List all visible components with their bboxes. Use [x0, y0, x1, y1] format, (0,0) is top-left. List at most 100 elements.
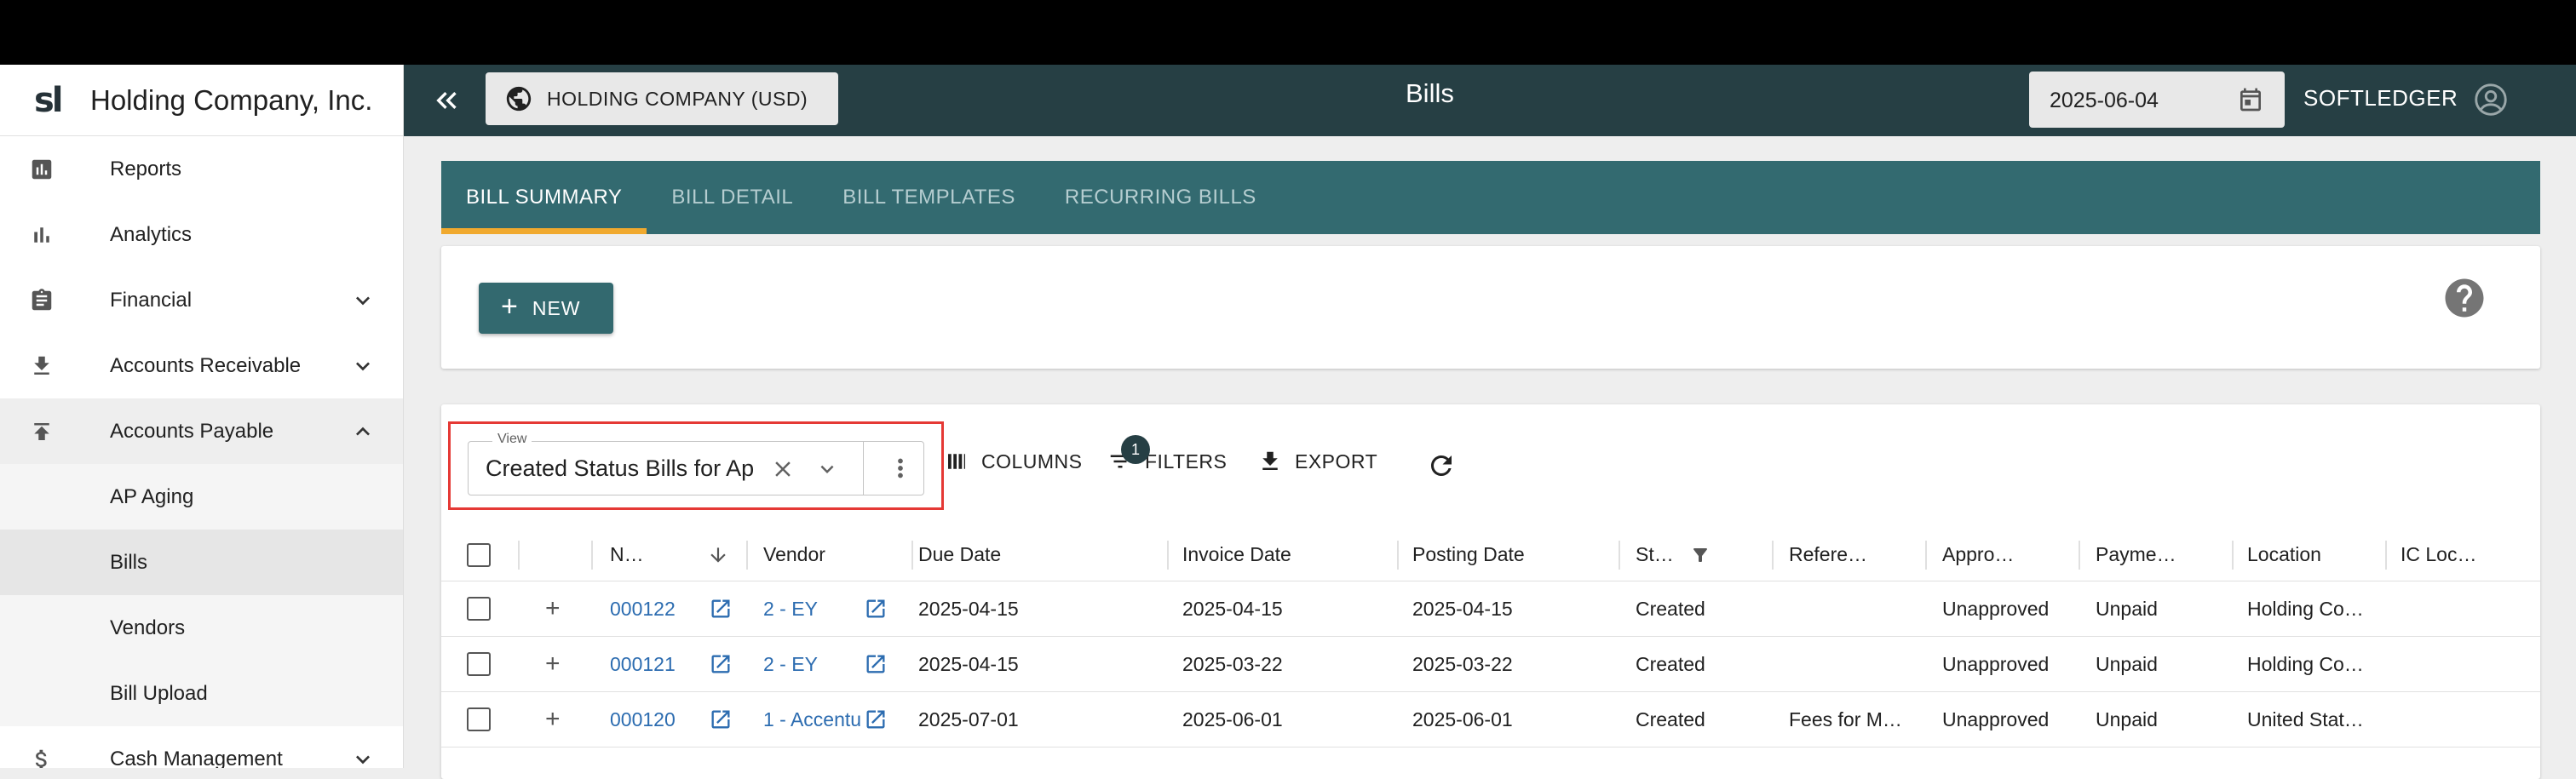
open-external-icon[interactable] [864, 637, 888, 691]
sort-descending-icon[interactable] [707, 529, 729, 581]
date-picker-field[interactable]: 2025-06-04 [2029, 72, 2285, 128]
column-header-vendor[interactable]: Vendor [763, 529, 825, 581]
table-header-row: N… Vendor Due Date Invoice Date Posting … [441, 529, 2540, 581]
sidebar-item-label: Cash Management [110, 747, 283, 769]
sidebar-item-accounts-payable[interactable]: Accounts Payable [0, 398, 403, 464]
column-separator [1925, 541, 1927, 570]
column-header-posting-date[interactable]: Posting Date [1412, 529, 1525, 581]
table-row[interactable]: + 000122 2 - EY 2025-04-15 2025-04-15 20… [441, 581, 2540, 637]
sidebar-subitem-label: Bill Upload [110, 681, 208, 705]
close-icon[interactable] [770, 456, 796, 482]
sidebar-item-label: Financial [110, 288, 193, 312]
chevron-up-icon [356, 427, 370, 436]
sidebar-subitem-bill-upload[interactable]: Bill Upload [0, 661, 403, 726]
column-header-number[interactable]: N… [610, 529, 644, 581]
row-checkbox[interactable] [467, 692, 491, 747]
payment-cell: Unpaid [2096, 652, 2158, 675]
table-row[interactable]: + 000120 1 - Accentu 2025-07-01 2025-06-… [441, 692, 2540, 747]
view-label: View [492, 432, 532, 447]
vendor-link[interactable]: 2 - EY [763, 581, 857, 636]
expand-row-icon[interactable]: + [545, 692, 561, 747]
sidebar-item-financial[interactable]: Financial [0, 267, 403, 333]
column-header-ic-location[interactable]: IC Loc… [2401, 529, 2476, 581]
open-external-icon[interactable] [709, 637, 733, 691]
brand-name: Holding Company, Inc. [90, 83, 373, 116]
collapse-sidebar-icon[interactable] [429, 83, 463, 117]
status-cell: Created [1636, 597, 1705, 620]
row-checkbox[interactable] [467, 581, 491, 636]
open-external-icon[interactable] [864, 581, 888, 636]
tab-recurring-bills[interactable]: RECURRING BILLS [1040, 161, 1281, 234]
tab-bill-detail[interactable]: BILL DETAIL [647, 161, 818, 234]
chevron-down-icon[interactable] [814, 456, 840, 482]
tab-bill-templates[interactable]: BILL TEMPLATES [818, 161, 1040, 234]
open-external-icon[interactable] [709, 692, 733, 747]
column-header-invoice-date[interactable]: Invoice Date [1182, 529, 1291, 581]
refresh-icon[interactable] [1426, 450, 1457, 481]
sidebar-subitem-vendors[interactable]: Vendors [0, 595, 403, 661]
brand[interactable]: sl Holding Company, Inc. [0, 65, 403, 136]
download-icon [1262, 451, 1278, 470]
column-header-payment[interactable]: Payme… [2096, 529, 2176, 581]
sidebar-item-accounts-receivable[interactable]: Accounts Receivable [0, 333, 403, 398]
new-bill-button[interactable]: + NEW [479, 283, 613, 334]
sidebar-subitem-ap-aging[interactable]: AP Aging [0, 464, 403, 530]
calendar-icon[interactable] [2237, 86, 2264, 113]
sidebar-item-label: Accounts Receivable [110, 353, 302, 377]
expand-row-icon[interactable]: + [545, 581, 561, 636]
table-row[interactable]: + 000121 2 - EY 2025-04-15 2025-03-22 20… [441, 637, 2540, 692]
sidebar-subitem-label: Bills [110, 550, 148, 574]
invoice-date-cell: 2025-03-22 [1182, 652, 1283, 675]
account-circle-icon[interactable] [2471, 80, 2510, 119]
filters-label: FILTERS [1145, 450, 1228, 473]
column-header-reference[interactable]: Refere… [1789, 529, 1867, 581]
columns-button[interactable]: COLUMNS [944, 449, 1083, 474]
app-header: HOLDING COMPANY (USD) Bills 2025-06-04 S… [404, 65, 2576, 136]
user-name[interactable]: SOFTLEDGER [2303, 85, 2458, 112]
expand-row-icon[interactable]: + [545, 637, 561, 691]
view-selector[interactable]: View Created Status Bills for Ap [468, 432, 924, 495]
page-title: Bills [1406, 78, 1454, 108]
open-external-icon[interactable] [864, 692, 888, 747]
column-header-due-date[interactable]: Due Date [918, 529, 1001, 581]
tab-bill-summary[interactable]: BILL SUMMARY [441, 161, 647, 234]
invoice-date-cell: 2025-06-01 [1182, 707, 1283, 730]
approval-cell: Unapproved [1942, 652, 2050, 675]
column-header-status[interactable]: St… [1636, 529, 1674, 581]
bill-number-link[interactable]: 000120 [610, 692, 676, 747]
bills-table-card: View Created Status Bills for Ap COLUMNS… [441, 404, 2540, 779]
column-separator [911, 541, 913, 570]
reports-icon [27, 155, 56, 184]
open-external-icon[interactable] [709, 581, 733, 636]
sidebar-item-analytics[interactable]: Analytics [0, 202, 403, 267]
column-header-location[interactable]: Location [2247, 529, 2321, 581]
posting-date-cell: 2025-06-01 [1412, 707, 1513, 730]
column-header-approval[interactable]: Appro… [1942, 529, 2014, 581]
approval-cell: Unapproved [1942, 707, 2050, 730]
column-separator [2232, 541, 2234, 570]
top-black-bar [0, 0, 2576, 65]
help-icon[interactable] [2441, 275, 2487, 321]
sidebar-subitem-label: Vendors [110, 616, 186, 639]
sidebar-item-cash-management[interactable]: Cash Management [0, 726, 403, 768]
select-all-checkbox[interactable] [467, 529, 491, 581]
bill-number-link[interactable]: 000121 [610, 637, 676, 691]
payment-cell: Unpaid [2096, 707, 2158, 730]
plus-icon: + [501, 290, 519, 323]
vendor-link[interactable]: 2 - EY [763, 637, 857, 691]
export-button[interactable]: EXPORT [1257, 449, 1377, 474]
view-value: Created Status Bills for Ap [486, 455, 755, 481]
row-checkbox[interactable] [467, 637, 491, 691]
approval-cell: Unapproved [1942, 597, 2050, 620]
bill-number-link[interactable]: 000122 [610, 581, 676, 636]
columns-icon [948, 454, 965, 469]
status-cell: Created [1636, 652, 1705, 675]
sidebar-item-reports[interactable]: Reports [0, 136, 403, 202]
company-selector-button[interactable]: HOLDING COMPANY (USD) [486, 72, 838, 125]
sidebar-subitem-bills[interactable]: Bills [0, 530, 403, 595]
vendor-link[interactable]: 1 - Accentu [763, 692, 864, 747]
filter-active-icon[interactable] [1690, 529, 1711, 581]
column-separator [746, 541, 748, 570]
more-vertical-icon[interactable] [886, 454, 915, 483]
column-separator [2385, 541, 2387, 570]
